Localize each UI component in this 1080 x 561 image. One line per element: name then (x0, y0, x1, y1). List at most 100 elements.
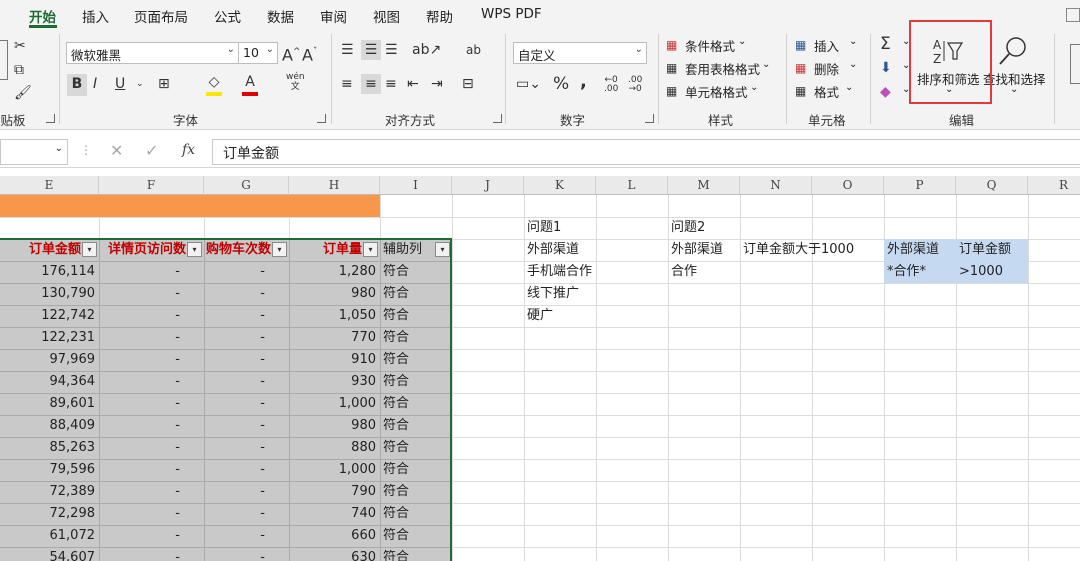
column-header-l[interactable]: L (596, 176, 668, 195)
number-format-combo[interactable]: 自定义 ⌄ (513, 42, 647, 64)
cut-icon[interactable]: ✂ (14, 36, 26, 56)
align-middle-icon[interactable]: ☰ (361, 40, 381, 60)
gridline (596, 195, 597, 561)
chevron-down-icon[interactable]: ⌄ (845, 82, 853, 93)
delete-cells-button[interactable]: 删除 (814, 59, 839, 78)
column-header-o[interactable]: O (812, 176, 884, 195)
align-right-icon[interactable]: ≡ (385, 74, 397, 94)
shrink-font-icon[interactable]: Aˇ (302, 42, 317, 65)
tab-data[interactable]: 数据 (267, 6, 294, 26)
share-icon[interactable] (1066, 8, 1080, 22)
tab-page-layout[interactable]: 页面布局 (134, 6, 188, 26)
column-header-q[interactable]: Q (956, 176, 1028, 195)
q1-item: 外部渠道 (527, 242, 580, 257)
column-header-m[interactable]: M (668, 176, 740, 195)
column-header-k[interactable]: K (524, 176, 596, 195)
criteria-value: >1000 (959, 264, 1003, 279)
column-header-e[interactable]: E (0, 176, 99, 195)
autosum-icon[interactable]: Σ (880, 34, 891, 54)
currency-icon[interactable]: ▭⌄ (516, 74, 541, 94)
group-separator (505, 34, 506, 124)
insert-cells-icon: ▦ (795, 38, 807, 52)
chevron-down-icon[interactable]: ⌄ (738, 36, 746, 47)
column-header-p[interactable]: P (884, 176, 956, 195)
column-header-j[interactable]: J (452, 176, 524, 195)
formula-input[interactable]: 订单金额 (212, 139, 1080, 165)
number-group-label: 数字 (560, 113, 586, 128)
column-header-r[interactable]: R (1028, 176, 1080, 195)
percent-button[interactable]: % (553, 74, 569, 94)
phonetic-icon[interactable]: wén 文 (286, 72, 305, 92)
align-left-icon[interactable]: ≡ (341, 74, 353, 94)
cell-style-button[interactable]: 单元格格式 (685, 82, 748, 101)
cell-style-icon: ▦ (666, 84, 678, 98)
name-box[interactable]: ⌄ (0, 139, 68, 165)
increase-indent-icon[interactable]: ⇥ (431, 74, 443, 94)
tab-insert[interactable]: 插入 (82, 6, 109, 26)
font-color-icon[interactable]: A (242, 72, 258, 96)
conditional-format-button[interactable]: 条件格式 (685, 36, 735, 55)
column-header-h[interactable]: H (289, 176, 380, 195)
orange-band (0, 195, 380, 217)
column-header-g[interactable]: G (204, 176, 289, 195)
fill-icon[interactable]: ⬇ (880, 58, 892, 78)
group-separator (870, 34, 871, 124)
formula-bar: ⌄ ⋮ ✕ ✓ fx 订单金额 (0, 136, 1080, 168)
border-icon[interactable]: ⊞ (158, 74, 170, 94)
chevron-down-icon: ⌄ (634, 44, 643, 55)
paste-icon[interactable] (0, 40, 8, 80)
sort-filter-highlight-box (909, 20, 992, 104)
tab-view[interactable]: 视图 (373, 6, 400, 26)
font-name-combo[interactable]: 微软雅黑 ⌄ (66, 42, 239, 64)
search-icon (997, 35, 1029, 67)
bold-button[interactable]: B (67, 74, 87, 96)
comma-button[interactable]: , (580, 72, 587, 92)
orientation-icon[interactable]: ab↗ (412, 40, 441, 60)
table-format-button[interactable]: 套用表格格式 (685, 59, 760, 78)
font-size-combo[interactable]: 10 ⌄ (238, 42, 278, 64)
decrease-indent-icon[interactable]: ⇤ (407, 74, 419, 94)
chevron-down-icon[interactable]: ⌄ (849, 59, 857, 70)
format-painter-icon[interactable]: 🖌 (14, 83, 32, 103)
tab-help[interactable]: 帮助 (426, 6, 453, 26)
font-launcher-icon[interactable] (317, 114, 326, 123)
tab-wps-pdf[interactable]: WPS PDF (481, 6, 542, 22)
cancel-icon[interactable]: ✕ (110, 141, 123, 160)
underline-button[interactable]: U (115, 74, 125, 94)
align-bottom-icon[interactable]: ☰ (385, 40, 398, 60)
chevron-down-icon[interactable]: ⌄ (136, 74, 144, 94)
merge-cells-icon[interactable]: ⊟ (462, 74, 474, 94)
chevron-down-icon[interactable]: ⌄ (750, 82, 758, 93)
active-tab-indicator (29, 25, 57, 28)
column-header-f[interactable]: F (99, 176, 204, 195)
fill-color-icon[interactable]: ◇ (206, 72, 222, 96)
format-cells-button[interactable]: 格式 (814, 82, 839, 101)
q1-item: 线下推广 (527, 286, 580, 301)
number-launcher-icon[interactable] (645, 114, 654, 123)
confirm-icon[interactable]: ✓ (145, 141, 158, 160)
alignment-launcher-icon[interactable] (493, 114, 502, 123)
increase-decimal-icon[interactable]: ←0.00 (604, 76, 618, 94)
insert-function-icon[interactable]: fx (182, 142, 195, 158)
tab-home[interactable]: 开始 (29, 6, 56, 26)
copy-icon[interactable]: ⧉ (14, 60, 24, 80)
align-center-icon[interactable]: ≡ (361, 74, 381, 94)
wrap-text-icon[interactable]: ab (466, 40, 481, 60)
clear-icon[interactable]: ◆ (880, 82, 891, 102)
addins-icon[interactable] (1070, 44, 1080, 84)
column-header-n[interactable]: N (740, 176, 812, 195)
tab-review[interactable]: 审阅 (320, 6, 347, 26)
chevron-down-icon: ⌄ (54, 143, 63, 154)
chevron-down-icon[interactable]: ⌄ (762, 59, 770, 70)
column-header-i[interactable]: I (380, 176, 452, 195)
insert-cells-button[interactable]: 插入 (814, 36, 839, 55)
worksheet-grid[interactable]: E F G H I J K L M N O P Q R 订单金额 ▾ 详情页访问数 ▾… (0, 176, 1080, 561)
align-top-icon[interactable]: ☰ (341, 40, 354, 60)
italic-button[interactable]: I (93, 74, 97, 94)
grow-font-icon[interactable]: A^ (282, 42, 301, 65)
chevron-down-icon[interactable]: ⌄ (849, 36, 857, 47)
tab-formulas[interactable]: 公式 (214, 6, 241, 26)
clipboard-launcher-icon[interactable] (46, 114, 55, 123)
gridline (668, 195, 669, 561)
decrease-decimal-icon[interactable]: .00 →0 (628, 76, 642, 94)
